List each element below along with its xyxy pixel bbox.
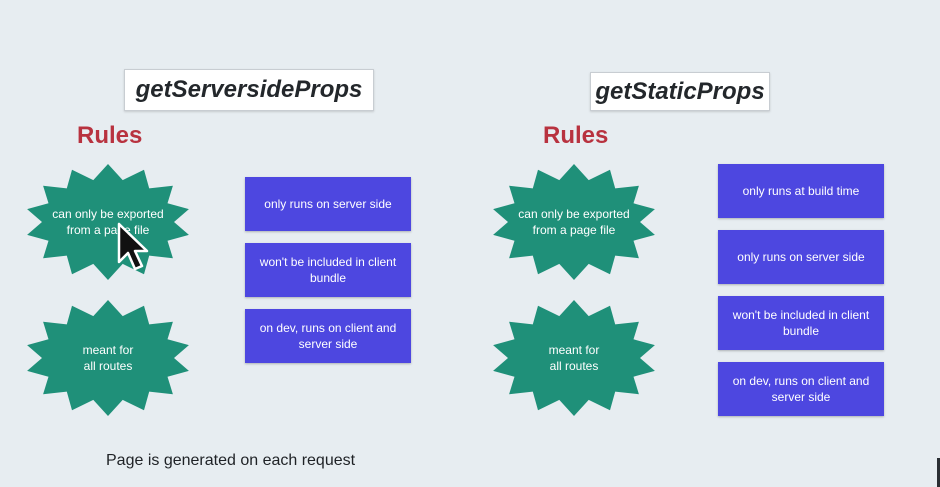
right-rules-heading: Rules (543, 122, 609, 149)
burst-label: can only be exported from a page file (518, 207, 630, 237)
burst-label: can only be exported from a page file (52, 207, 164, 237)
left-rule-burst-exported: can only be exported from a page file (24, 163, 192, 281)
mouse-pointer-icon (116, 222, 150, 279)
right-rule-burst-exported: can only be exported from a page file (490, 163, 658, 281)
get-static-props-title: getStaticProps (590, 72, 770, 111)
left-rule-burst-routes: meant for all routes (24, 299, 192, 417)
right-rule-box-build-time: only runs at build time (718, 164, 884, 218)
right-rule-box-client-bundle: won't be included in client bundle (718, 296, 884, 350)
burst-label: meant for all routes (548, 343, 600, 373)
footer-note: Page is generated on each request (106, 452, 356, 469)
right-rule-box-server-side: only runs on server side (718, 230, 884, 284)
left-rule-box-dev-mode: on dev, runs on client and server side (245, 309, 411, 363)
right-rule-burst-routes: meant for all routes (490, 299, 658, 417)
right-rule-box-dev-mode: on dev, runs on client and server side (718, 362, 884, 416)
left-rule-box-server-side: only runs on server side (245, 177, 411, 231)
left-rule-box-client-bundle: won't be included in client bundle (245, 243, 411, 297)
left-rules-heading: Rules (77, 122, 143, 149)
burst-label: meant for all routes (82, 343, 134, 373)
get-serverside-props-title: getServersideProps (124, 69, 374, 111)
